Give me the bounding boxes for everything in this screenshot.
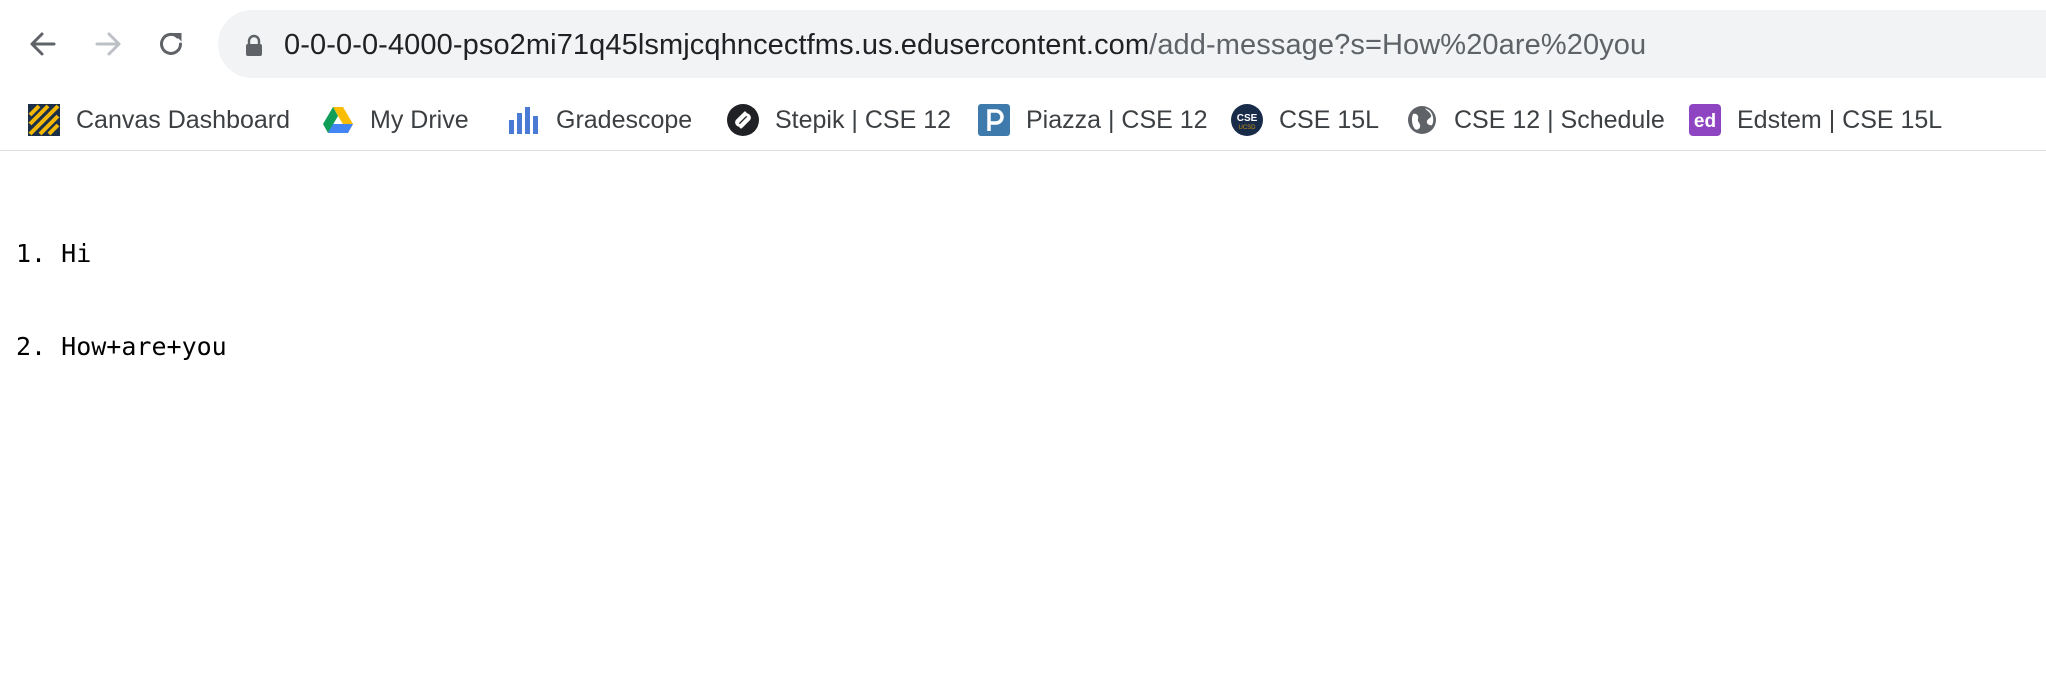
bookmark-label: Stepik | CSE 12 — [775, 106, 952, 134]
bookmark-label: My Drive — [370, 106, 469, 134]
bookmark-label: Edstem | CSE 15L — [1737, 106, 1943, 134]
globe-icon — [1406, 104, 1438, 136]
page-content: 1. Hi 2. How+are+you — [16, 176, 227, 393]
bookmark-label: Gradescope — [556, 106, 693, 134]
cse-ucsd-icon: CSE UCSD — [1231, 104, 1263, 136]
browser-toolbar: 0-0-0-0-4000-pso2mi71q45lsmjcqhncectfms.… — [0, 0, 2046, 90]
svg-text:UCSD: UCSD — [1238, 125, 1256, 131]
bookmark-cse-15l[interactable]: CSE UCSD CSE 15L — [1231, 98, 1379, 142]
url-path: /add-message?s=How%20are%20you — [1149, 29, 1647, 61]
bookmark-cse-12-schedule[interactable]: CSE 12 | Schedule — [1406, 98, 1665, 142]
edstem-icon: ed — [1689, 104, 1721, 136]
bookmark-my-drive[interactable]: My Drive — [322, 98, 469, 142]
bookmark-gradescope[interactable]: Gradescope — [508, 98, 692, 142]
piazza-icon — [978, 104, 1010, 136]
svg-text:ed: ed — [1694, 111, 1716, 132]
address-bar[interactable]: 0-0-0-0-4000-pso2mi71q45lsmjcqhncectfms.… — [218, 10, 2046, 78]
url-text[interactable]: 0-0-0-0-4000-pso2mi71q45lsmjcqhncectfms.… — [284, 28, 1646, 62]
back-arrow-icon — [30, 32, 56, 56]
bookmark-label: CSE 15L — [1279, 106, 1380, 134]
canvas-icon — [28, 104, 60, 136]
bookmark-label: Canvas Dashboard — [76, 106, 291, 134]
back-button[interactable] — [21, 22, 65, 66]
bookmark-edstem[interactable]: ed Edstem | CSE 15L — [1689, 98, 1942, 142]
google-drive-icon — [322, 104, 354, 136]
message-line: 1. Hi — [16, 239, 92, 268]
svg-text:CSE: CSE — [1237, 113, 1258, 124]
forward-arrow-icon — [95, 32, 121, 56]
url-host: 0-0-0-0-4000-pso2mi71q45lsmjcqhncectfms.… — [284, 29, 1150, 61]
bookmark-canvas-dashboard[interactable]: Canvas Dashboard — [28, 98, 290, 142]
bookmark-label: CSE 12 | Schedule — [1454, 106, 1665, 134]
forward-button[interactable] — [86, 22, 130, 66]
message-line: 2. How+are+you — [16, 332, 227, 361]
browser-chrome: 0-0-0-0-4000-pso2mi71q45lsmjcqhncectfms.… — [0, 0, 2046, 151]
gradescope-icon — [508, 104, 540, 136]
bookmark-stepik[interactable]: Stepik | CSE 12 — [727, 98, 951, 142]
lock-icon[interactable] — [244, 34, 264, 56]
bookmarks-bar: Canvas Dashboard My Drive Gradescope Ste… — [0, 90, 2046, 150]
reload-icon — [160, 32, 182, 55]
bookmark-label: Piazza | CSE 12 — [1026, 106, 1208, 134]
reload-button[interactable] — [149, 22, 193, 66]
bookmark-piazza[interactable]: Piazza | CSE 12 — [978, 98, 1208, 142]
stepik-icon — [727, 104, 759, 136]
